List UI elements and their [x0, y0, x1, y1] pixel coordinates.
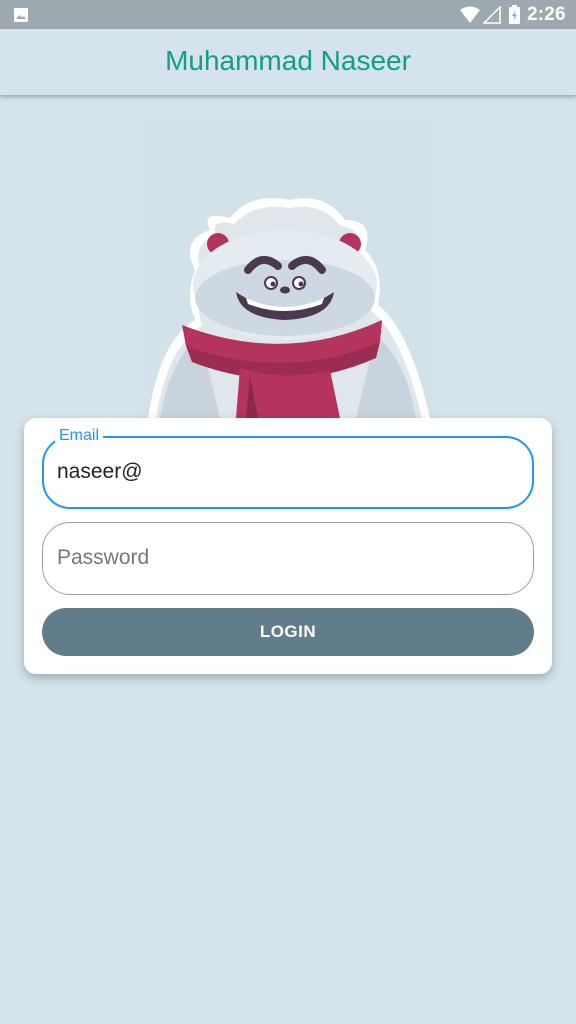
app-bar: Muhammad Naseer [0, 29, 576, 95]
email-input[interactable]: naseer@ [57, 460, 143, 484]
gallery-icon [13, 7, 29, 28]
login-card: Email naseer@ Password LOGIN [24, 418, 552, 674]
email-label: Email [55, 427, 104, 445]
login-button[interactable]: LOGIN [42, 608, 534, 656]
app-title: Muhammad Naseer [165, 45, 411, 76]
bear-with-scarf-icon [148, 198, 430, 418]
battery-icon [508, 5, 521, 30]
email-field[interactable]: Email naseer@ [42, 427, 534, 509]
status-time: 2:26 [527, 4, 566, 25]
signal-icon [482, 5, 501, 29]
password-field[interactable]: Password [42, 522, 534, 595]
mascot-illustration [140, 120, 436, 420]
status-bar: 2:26 [0, 0, 576, 29]
wifi-icon [459, 6, 481, 29]
password-input[interactable]: Password [57, 546, 149, 570]
